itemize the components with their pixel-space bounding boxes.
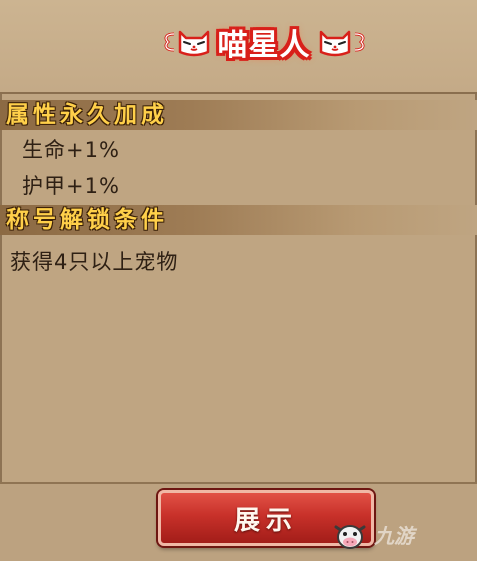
title-name: 喵星人 [217,28,311,63]
panel-header: 喵星人 [0,0,477,94]
scroll-left-icon [164,32,174,52]
section-header-unlock: 称号解锁条件 [0,205,477,235]
attribute-hp: 生命+1% [22,138,120,162]
show-button-label: 展示 [233,505,298,536]
title-detail-panel: 喵星人 属性永久加成 生命+1% 护甲+1% 称号解锁条件 获得4只以上宠物 展… [0,0,477,561]
lucky-cat-right-icon [319,30,350,57]
section-title-attributes: 属性永久加成 [6,102,168,128]
section-header-attributes: 属性永久加成 [0,100,477,130]
attribute-armor: 护甲+1% [22,174,120,198]
scroll-right-icon [354,32,364,52]
title-banner: 喵星人 [140,20,388,64]
lucky-cat-left-icon [178,30,209,57]
section-title-unlock: 称号解锁条件 [6,207,168,233]
watermark: 九游 [330,510,477,559]
watermark-text: 九游 [374,524,414,548]
unlock-condition: 获得4只以上宠物 [10,250,179,274]
cow-mascot-icon [334,524,366,549]
